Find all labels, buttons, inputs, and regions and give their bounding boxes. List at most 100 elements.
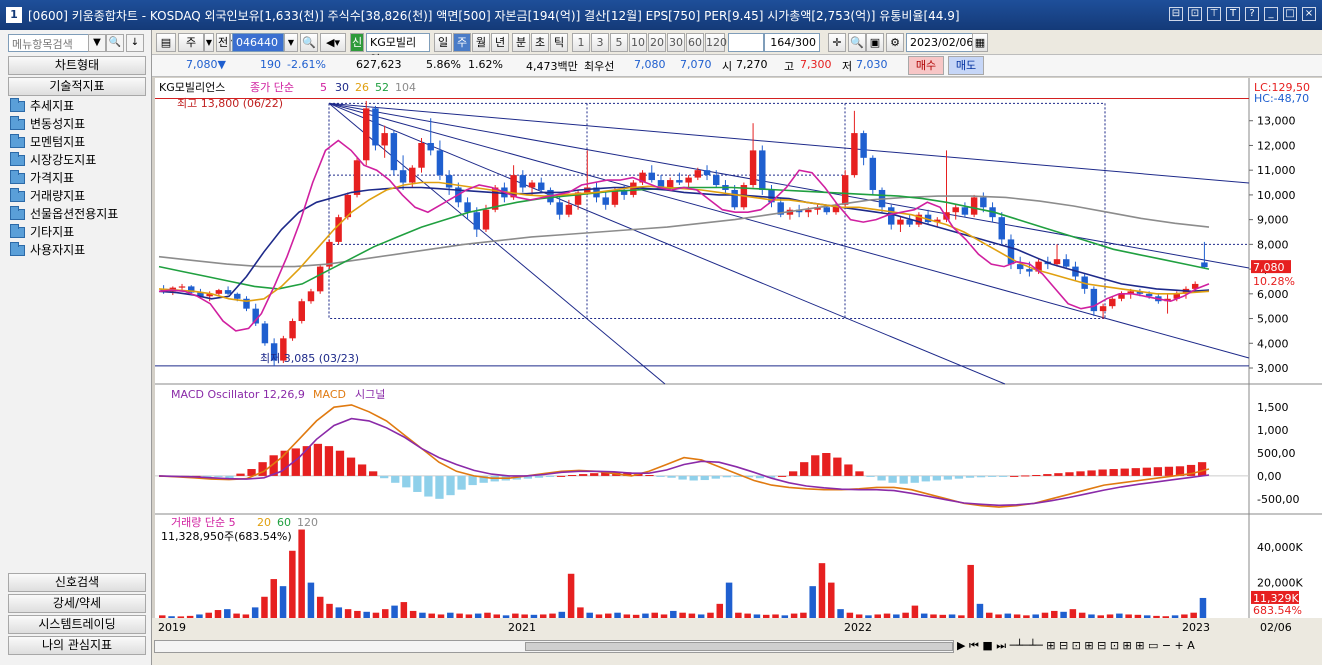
tree-item-price[interactable]: 가격지표 (10, 169, 118, 187)
macd-bar (1076, 471, 1085, 476)
interval-3[interactable]: 3 (591, 33, 609, 52)
macd-bar (346, 457, 356, 476)
last-vol-pct-label: 683.54% (1253, 604, 1302, 617)
folder-icon (10, 187, 25, 202)
date-input[interactable]: 2023/02/06 (906, 33, 976, 52)
candle-body (363, 108, 370, 161)
tree-item-trend[interactable]: 추세지표 (10, 97, 118, 115)
signal-search-button[interactable]: 신호검색 (8, 573, 146, 592)
tab-tick[interactable]: 틱 (550, 33, 568, 52)
interval-20[interactable]: 20 (648, 33, 666, 52)
macd-bar (457, 475, 466, 490)
volume-bar (725, 582, 733, 618)
volume-bar (214, 610, 222, 618)
font-icon[interactable]: T (1226, 7, 1240, 21)
volume-value: 627,623 (356, 58, 402, 71)
candle-body (888, 207, 895, 225)
strength-button[interactable]: 강세/약세 (8, 594, 146, 613)
menu-search-input[interactable]: 메뉴항목검색 (8, 34, 100, 52)
candle-body (1063, 259, 1070, 267)
toolbar: ▤ 주 ▼ 전 ▼ 046440 ▼ 🔍 ◀▾ 신 KG모빌리언 일 주 월 년… (152, 30, 1322, 66)
tab-second[interactable]: 초 (531, 33, 549, 52)
interval-60[interactable]: 60 (686, 33, 704, 52)
volume-bar (716, 603, 724, 618)
tree-item-strength[interactable]: 시장강도지표 (10, 151, 118, 169)
candle-body (694, 170, 702, 178)
bid-price: 7,070 (680, 58, 712, 71)
macd-bar (755, 475, 765, 479)
crosshair-icon[interactable]: ✛ (828, 33, 846, 52)
macd-bar (1010, 475, 1019, 477)
dropdown-arrow-icon[interactable]: ▼ (88, 34, 106, 52)
save-icon[interactable]: ▣ (866, 33, 884, 52)
calendar-icon[interactable]: ▦ (972, 33, 988, 52)
bar-count-field[interactable]: 164/300 (764, 33, 820, 52)
close-button[interactable]: × (1302, 7, 1316, 21)
chevron-down-icon[interactable]: ▼ (284, 33, 298, 52)
candle-body (528, 182, 536, 188)
frequency-select[interactable]: 주 (178, 33, 204, 52)
legend-ma52: 52 (375, 81, 389, 94)
macd-bar (689, 475, 698, 481)
maximize-button[interactable]: □ (1283, 7, 1297, 21)
search-icon[interactable]: 🔍 (106, 34, 124, 52)
tab-month[interactable]: 월 (472, 33, 490, 52)
sell-button[interactable]: 매도 (948, 56, 984, 75)
playback-controls[interactable]: ▶ ⏮ ■ ⏭ ─┴─┴─ ⊞ ⊟ ⊡ ⊞ ⊟ ⊡ ⊞ ⊞ ▭ − + A (957, 639, 1195, 653)
gear-icon[interactable]: ⚙ (886, 33, 904, 52)
volume-bar (316, 596, 324, 618)
chart-type-button[interactable]: 차트형태 (8, 56, 146, 75)
volume-bar (809, 586, 816, 618)
horizontal-scrollbar[interactable] (154, 640, 954, 653)
help-icon[interactable]: ? (1245, 7, 1259, 21)
interval-custom-input[interactable] (728, 33, 764, 52)
chevron-down-icon[interactable]: ▼ (204, 33, 214, 52)
macd-bar (567, 475, 577, 476)
candle-body (980, 197, 987, 208)
my-indicators-button[interactable]: 나의 관심지표 (8, 636, 146, 655)
tech-indicator-button[interactable]: 기술적지표 (8, 77, 146, 96)
macd-tick-label: 1,000 (1257, 424, 1289, 437)
sound-icon[interactable]: ◀▾ (320, 33, 346, 52)
tab-year[interactable]: 년 (491, 33, 509, 52)
tree-item-futures[interactable]: 선물옵션전용지표 (10, 205, 118, 223)
stock-code-input[interactable]: 046440 (232, 33, 284, 52)
minimize-button[interactable]: _ (1264, 7, 1278, 21)
zoom-icon[interactable]: 🔍 (848, 33, 866, 52)
chart-area[interactable]: 13,00012,00011,00010,0009,0008,0007,0006… (155, 78, 1322, 618)
chart-svg[interactable]: 13,00012,00011,00010,0009,0008,0007,0006… (155, 78, 1322, 618)
layout-icon[interactable]: ⊟ (1169, 7, 1183, 21)
volume-bar (354, 610, 361, 618)
grid-icon[interactable]: ▤ (156, 33, 176, 52)
macd-bar (313, 443, 323, 476)
tree-item-volume[interactable]: 거래량지표 (10, 187, 118, 205)
tree-item-other[interactable]: 기타지표 (10, 223, 118, 241)
interval-10[interactable]: 10 (629, 33, 647, 52)
tab-minute[interactable]: 분 (512, 33, 530, 52)
tab-week[interactable]: 주 (453, 33, 471, 52)
tab-day[interactable]: 일 (434, 33, 452, 52)
interval-120[interactable]: 120 (705, 33, 727, 52)
low-price: 7,030 (856, 58, 888, 71)
interval-1[interactable]: 1 (572, 33, 590, 52)
search-icon[interactable]: 🔍 (300, 33, 318, 52)
candle-body (565, 204, 573, 215)
tile-icon[interactable]: ⊡ (1188, 7, 1202, 21)
volume-bar (976, 603, 984, 618)
download-icon[interactable]: ↓ (126, 34, 144, 52)
scrollbar-thumb[interactable] (525, 642, 953, 651)
y-tick-label: 13,000 (1257, 115, 1296, 128)
indicator-sidebar: 메뉴항목검색 ▼ 🔍 ↓ 차트형태 기술적지표 추세지표 변동성지표 모멘텀지표… (0, 30, 152, 665)
macd-bar (1098, 469, 1107, 476)
buy-button[interactable]: 매수 (908, 56, 944, 75)
tree-item-user[interactable]: 사용자지표 (10, 241, 118, 259)
tree-item-momentum[interactable]: 모멘텀지표 (10, 133, 118, 151)
macd-bar (800, 462, 809, 476)
pin-icon[interactable]: ⊤ (1207, 7, 1221, 21)
volume-bar (818, 563, 826, 618)
system-trading-button[interactable]: 시스템트레이딩 (8, 615, 146, 634)
interval-5[interactable]: 5 (610, 33, 628, 52)
interval-30[interactable]: 30 (667, 33, 685, 52)
candle-body (381, 133, 388, 146)
tree-item-volatility[interactable]: 변동성지표 (10, 115, 118, 133)
